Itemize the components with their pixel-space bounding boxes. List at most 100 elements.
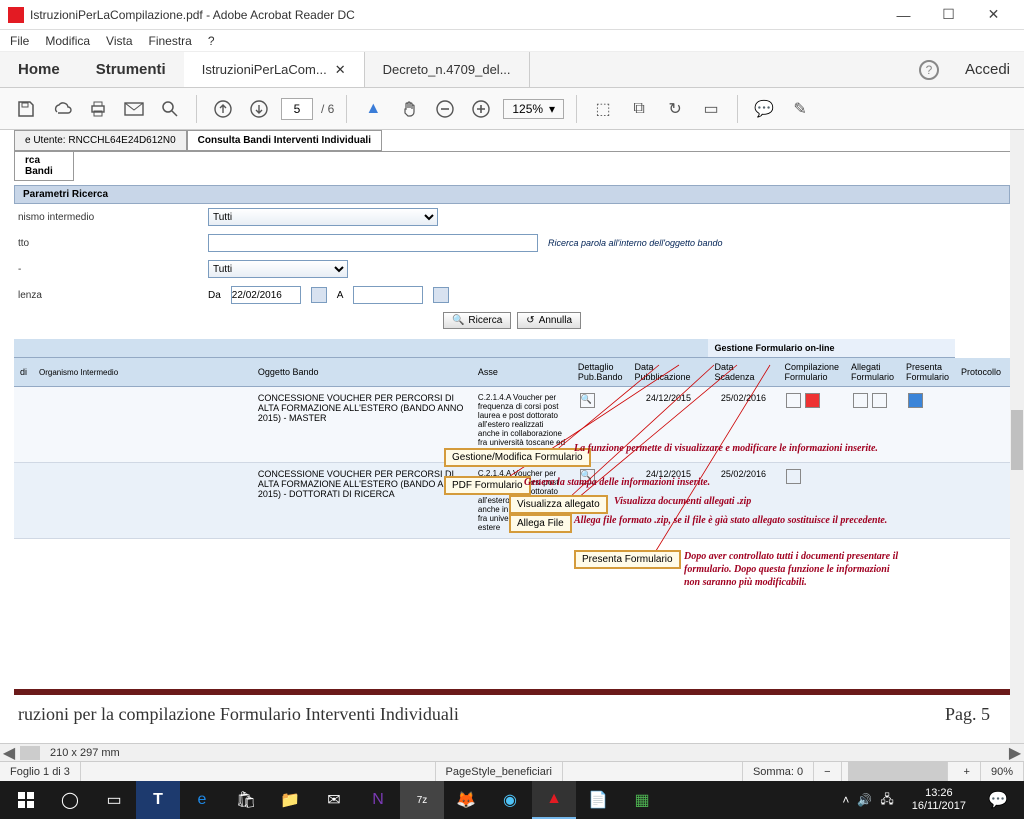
close-tab-icon[interactable]: ✕ — [335, 62, 346, 78]
taskbar-app-t[interactable]: T — [136, 781, 180, 819]
taskbar-thunderbird[interactable]: ✉ — [312, 781, 356, 819]
pointer-icon[interactable]: ▲ — [359, 95, 387, 123]
view-attach-icon[interactable] — [853, 393, 868, 408]
taskbar-onenote[interactable]: N — [356, 781, 400, 819]
hand-icon[interactable] — [395, 95, 423, 123]
hint-oggetto: Ricerca parola all'interno dell'oggetto … — [548, 238, 723, 248]
menu-finestra[interactable]: Finestra — [149, 34, 192, 48]
taskbar-7z[interactable]: 7z — [400, 781, 444, 819]
tab-strumenti[interactable]: Strumenti — [78, 52, 184, 87]
rotate-icon[interactable]: ↻ — [661, 95, 689, 123]
breadcrumb-consulta: Consulta Bandi Interventi Individuali — [187, 130, 382, 151]
page-total: / 6 — [321, 102, 334, 116]
page-number-input[interactable] — [281, 98, 313, 120]
minimize-button[interactable]: — — [881, 1, 926, 29]
zoom-out[interactable]: − — [814, 762, 841, 781]
start-button[interactable] — [4, 781, 48, 819]
tab-document-2[interactable]: Decreto_n.4709_del... — [365, 52, 530, 87]
tab-home[interactable]: Home — [0, 52, 78, 87]
taskbar: ◯ ▭ T e 🛍 📁 ✉ N 7z 🦊 ◉ ▲ 📄 ▦ ˄ 🔊 🖧 13:26… — [0, 781, 1024, 819]
status-somma: Somma: 0 — [743, 762, 814, 781]
notifications-icon[interactable]: 💬 — [976, 781, 1020, 819]
tray-volume-icon[interactable]: 🔊 — [857, 793, 872, 807]
taskbar-store[interactable]: 🛍 — [224, 781, 268, 819]
select-organismo[interactable]: Tutti — [208, 208, 438, 226]
zoom-out-icon[interactable] — [431, 95, 459, 123]
callout-gestione: Gestione/Modifica Formulario — [444, 448, 591, 467]
taskbar-clock[interactable]: 13:26 16/11/2017 — [902, 787, 976, 813]
taskview-icon[interactable]: ▭ — [92, 781, 136, 819]
reading-mode-icon[interactable]: ▭ — [697, 95, 725, 123]
calendar-icon[interactable] — [311, 287, 327, 303]
input-data-da[interactable] — [231, 286, 301, 304]
panel-parametri: Parametri Ricerca — [14, 185, 1010, 204]
page-dimensions: 210 x 297 mm — [40, 747, 130, 759]
zoom-select[interactable]: 125%▾ — [503, 99, 564, 119]
page-down-icon[interactable] — [245, 95, 273, 123]
menu-vista[interactable]: Vista — [106, 34, 132, 48]
status-sheet: Foglio 1 di 3 — [0, 762, 81, 781]
zoom-slider[interactable] — [848, 762, 948, 781]
window-title: IstruzioniPerLaCompilazione.pdf - Adobe … — [30, 8, 881, 22]
pdf-icon[interactable] — [805, 393, 820, 408]
annulla-button[interactable]: ↺ Annulla — [517, 312, 581, 329]
callout-visualizza: Visualizza allegato — [509, 495, 608, 514]
help-icon[interactable]: ? — [919, 60, 939, 80]
attach-file-icon[interactable] — [872, 393, 887, 408]
page-up-icon[interactable] — [209, 95, 237, 123]
breadcrumb-user: e Utente: RNCCHL64E24D612N0 — [14, 130, 187, 151]
taskbar-acrobat[interactable]: ▲ — [532, 781, 576, 819]
taskbar-explorer[interactable]: 📁 — [268, 781, 312, 819]
print-icon[interactable] — [84, 95, 112, 123]
cloud-icon[interactable] — [48, 95, 76, 123]
calendar-icon-2[interactable] — [433, 287, 449, 303]
accedi-button[interactable]: Accedi — [951, 61, 1024, 78]
zoom-in[interactable]: + — [954, 762, 981, 781]
tab-document-active[interactable]: IstruzioniPerLaCom... ✕ — [184, 52, 365, 87]
taskbar-writer[interactable]: 📄 — [576, 781, 620, 819]
label-organismo: nismo intermedio — [18, 212, 198, 223]
cortana-icon[interactable]: ◯ — [48, 781, 92, 819]
tray-network-icon[interactable]: 🖧 — [880, 790, 893, 811]
system-tray[interactable]: ˄ 🔊 🖧 — [834, 790, 901, 811]
menu-file[interactable]: File — [10, 34, 29, 48]
callout-presenta: Presenta Formulario — [574, 550, 681, 569]
window-titlebar: IstruzioniPerLaCompilazione.pdf - Adobe … — [0, 0, 1024, 30]
comment-icon[interactable]: 💬 — [750, 95, 778, 123]
menu-help[interactable]: ? — [208, 34, 215, 48]
toolbar: / 6 ▲ 125%▾ ⬚ ⧉ ↻ ▭ 💬 ✎ — [0, 88, 1024, 130]
vertical-scrollbar[interactable] — [1010, 130, 1024, 743]
select-asse[interactable]: Tutti — [208, 260, 348, 278]
edit-form-icon[interactable] — [786, 393, 801, 408]
taskbar-chrome[interactable]: ◉ — [488, 781, 532, 819]
app-icon — [8, 7, 24, 23]
search-icon[interactable] — [156, 95, 184, 123]
mail-icon[interactable] — [120, 95, 148, 123]
sign-icon[interactable]: ✎ — [786, 95, 814, 123]
input-data-a[interactable] — [353, 286, 423, 304]
label-oggetto: tto — [18, 238, 198, 249]
taskbar-calc[interactable]: ▦ — [620, 781, 664, 819]
submit-form-icon[interactable] — [908, 393, 923, 408]
input-oggetto[interactable] — [208, 234, 538, 252]
close-button[interactable]: ✕ — [971, 1, 1016, 29]
zoom-percent: 90% — [981, 762, 1024, 781]
pdf-viewport: e Utente: RNCCHL64E24D612N0 Consulta Ban… — [14, 130, 1010, 739]
detail-icon[interactable]: 🔍 — [580, 393, 595, 408]
fit-page-icon[interactable]: ⧉ — [625, 95, 653, 123]
label-asse: - — [18, 264, 198, 275]
maximize-button[interactable]: ☐ — [926, 1, 971, 29]
edit-form-icon[interactable] — [786, 469, 801, 484]
tab-bar: Home Strumenti IstruzioniPerLaCom... ✕ D… — [0, 52, 1024, 88]
zoom-in-icon[interactable] — [467, 95, 495, 123]
callout-pdf: PDF Formulario — [444, 476, 531, 495]
menu-modifica[interactable]: Modifica — [45, 34, 90, 48]
taskbar-firefox[interactable]: 🦊 — [444, 781, 488, 819]
tray-chevron-icon[interactable]: ˄ — [842, 793, 849, 807]
fit-width-icon[interactable]: ⬚ — [589, 95, 617, 123]
save-icon[interactable] — [12, 95, 40, 123]
horizontal-scrollbar[interactable]: ◀ 210 x 297 mm ▶ — [0, 743, 1024, 761]
status-pagestyle: PageStyle_beneficiari — [436, 762, 563, 781]
ricerca-button[interactable]: 🔍 Ricerca — [443, 312, 511, 329]
taskbar-edge[interactable]: e — [180, 781, 224, 819]
